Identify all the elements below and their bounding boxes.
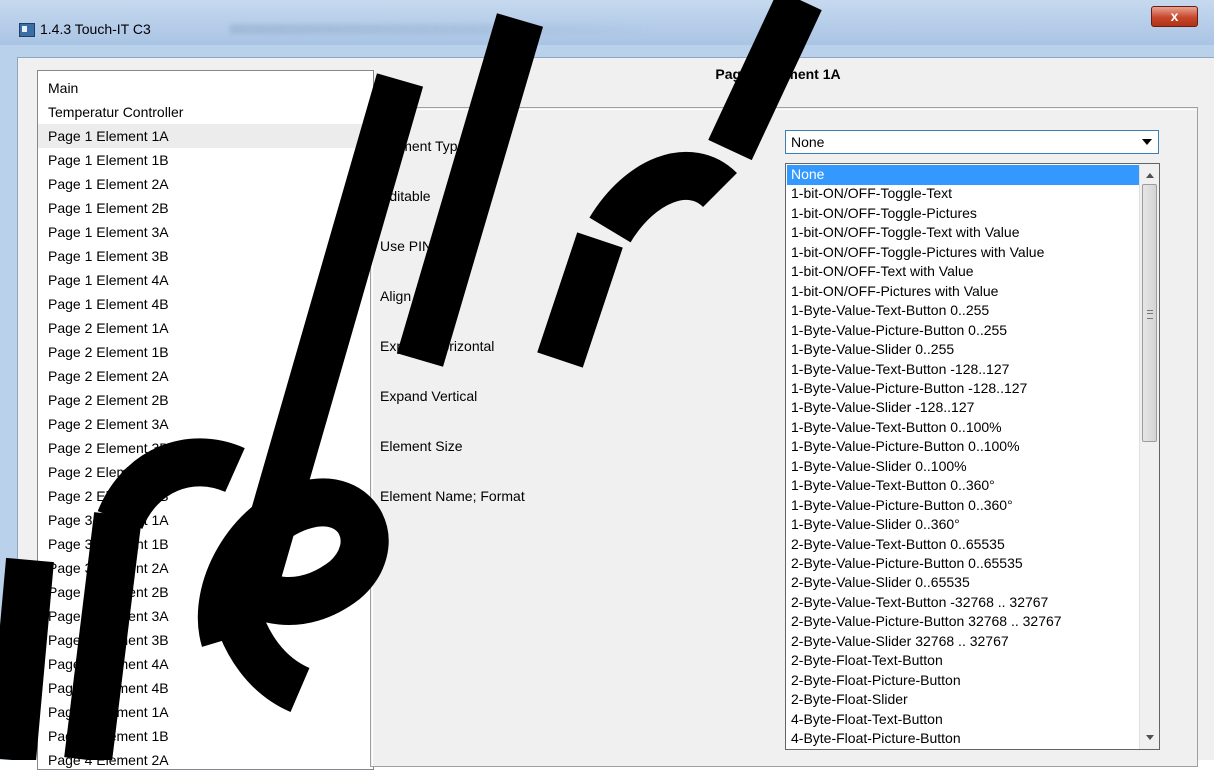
element-type-value: None xyxy=(791,134,825,150)
tree-item[interactable]: Page 3 Element 2B xyxy=(48,580,370,604)
dropdown-option[interactable]: 1-Byte-Value-Picture-Button 0..255 xyxy=(787,321,1139,341)
tree-item[interactable]: Page 2 Element 4A xyxy=(48,460,370,484)
tree-item[interactable]: Page 3 Element 2A xyxy=(48,556,370,580)
parameter-label: Expand Horizontal xyxy=(380,338,495,354)
dropdown-option[interactable]: 2-Byte-Value-Picture-Button 32768 .. 327… xyxy=(787,612,1139,632)
tree-item[interactable]: Page 3 Element 1A xyxy=(48,508,370,532)
tree-item[interactable]: Page 2 Element 1B xyxy=(48,340,370,364)
scrollbar-thumb[interactable] xyxy=(1142,184,1157,442)
close-button[interactable]: x xyxy=(1151,6,1198,27)
chevron-down-icon[interactable] xyxy=(1142,139,1152,145)
dropdown-option[interactable]: 1-Byte-Value-Text-Button 0..100% xyxy=(787,418,1139,438)
dropdown-option[interactable]: 2-Byte-Value-Slider 0..65535 xyxy=(787,573,1139,593)
tree-item[interactable]: Page 4 Element 1B xyxy=(48,724,370,748)
dropdown-option[interactable]: 1-Byte-Value-Picture-Button -128..127 xyxy=(787,379,1139,399)
parameter-label: Align Steps xyxy=(380,288,451,304)
dropdown-option[interactable]: 1-bit-ON/OFF-Pictures with Value xyxy=(787,282,1139,302)
tree-item[interactable]: Page 1 Element 3A xyxy=(48,220,370,244)
parameter-label: Use PIN xyxy=(380,238,433,254)
dropdown-option[interactable]: 1-Byte-Value-Text-Button -128..127 xyxy=(787,360,1139,380)
dropdown-option[interactable]: 2-Byte-Value-Text-Button -32768 .. 32767 xyxy=(787,593,1139,613)
dropdown-option[interactable]: None xyxy=(787,165,1139,185)
channel-tree[interactable]: Main Temperatur Controller Page 1 Element … xyxy=(37,70,374,770)
parameter-label: Expand Vertical xyxy=(380,388,478,404)
dropdown-option[interactable]: 2-Byte-Float-Text-Button xyxy=(787,651,1139,671)
tree-item[interactable]: Page 3 Element 1B xyxy=(48,532,370,556)
app-icon xyxy=(19,23,35,37)
tree-item[interactable]: Main xyxy=(48,76,370,100)
page-title: Page 1 Element 1A xyxy=(715,66,841,82)
dropdown-option[interactable]: 1-Byte-Value-Text-Button 0..255 xyxy=(787,301,1139,321)
tree-item[interactable]: Page 1 Element 1B xyxy=(48,148,370,172)
title-bar[interactable]: 1.4.3 Touch-IT C3 x xyxy=(0,0,1214,45)
tree-item[interactable]: Page 2 Element 3B xyxy=(48,436,370,460)
dropdown-option[interactable]: 1-Byte-Value-Slider 0..360° xyxy=(787,515,1139,535)
dropdown-option[interactable]: 1-bit-ON/OFF-Toggle-Text with Value xyxy=(787,223,1139,243)
dropdown-option[interactable]: 2-Byte-Float-Slider xyxy=(787,690,1139,710)
tree-item[interactable]: Page 2 Element 4B xyxy=(48,484,370,508)
tree-item[interactable]: Page 1 Element 1A xyxy=(38,124,364,148)
window-title: 1.4.3 Touch-IT C3 xyxy=(40,21,151,37)
tree-item[interactable]: Page 3 Element 4A xyxy=(48,652,370,676)
scroll-down-icon[interactable] xyxy=(1146,735,1154,740)
parameter-label: Element Size xyxy=(380,438,463,454)
tree-item[interactable]: Page 3 Element 3A xyxy=(48,604,370,628)
dropdown-option[interactable]: 1-bit-ON/OFF-Toggle-Text xyxy=(787,184,1139,204)
tree-item[interactable]: Page 1 Element 4B xyxy=(48,292,370,316)
dropdown-option[interactable]: 4-Byte-Float-Picture-Button xyxy=(787,729,1139,749)
parameter-label: Element Name; Format xyxy=(380,488,525,504)
app-window: 1.4.3 Touch-IT C3 x Main Temperatur Contr… xyxy=(0,0,1214,770)
dropdown-option[interactable]: 1-Byte-Value-Text-Button 0..360° xyxy=(787,476,1139,496)
dropdown-option[interactable]: 1-Byte-Value-Slider 0..255 xyxy=(787,340,1139,360)
dropdown-option[interactable]: 2-Byte-Value-Text-Button 0..65535 xyxy=(787,535,1139,555)
element-type-dropdown[interactable]: None xyxy=(785,130,1159,154)
tree-item[interactable]: Page 3 Element 3B xyxy=(48,628,370,652)
tree-item[interactable]: Page 4 Element 1A xyxy=(48,700,370,724)
dropdown-option[interactable]: 2-Byte-Float-Picture-Button xyxy=(787,671,1139,691)
grip-icon xyxy=(1147,310,1153,319)
dropdown-option[interactable]: 1-Byte-Value-Slider 0..100% xyxy=(787,457,1139,477)
dropdown-option[interactable]: 1-bit-ON/OFF-Text with Value xyxy=(787,262,1139,282)
tree-item[interactable]: Page 2 Element 1A xyxy=(48,316,370,340)
client-area: Main Temperatur Controller Page 1 Element … xyxy=(17,57,1214,770)
dropdown-option[interactable]: 1-bit-ON/OFF-Toggle-Pictures with Value xyxy=(787,243,1139,263)
tree-item[interactable]: Page 1 Element 3B xyxy=(48,244,370,268)
tree-item[interactable]: Page 4 Element 2A xyxy=(48,748,370,769)
tree-item[interactable]: Page 1 Element 4A xyxy=(48,268,370,292)
dropdown-option[interactable]: 1-bit-ON/OFF-Toggle-Pictures xyxy=(787,204,1139,224)
tree-item[interactable]: Page 2 Element 3A xyxy=(48,412,370,436)
dropdown-option[interactable]: 1-Byte-Value-Slider -128..127 xyxy=(787,398,1139,418)
tree-item[interactable]: Page 1 Element 2A xyxy=(48,172,370,196)
tree-item[interactable]: Page 1 Element 2B xyxy=(48,196,370,220)
tree-item[interactable]: Page 3 Element 4B xyxy=(48,676,370,700)
parameter-label: Editable xyxy=(380,188,431,204)
dropdown-option[interactable]: 2-Byte-Value-Picture-Button 0..65535 xyxy=(787,554,1139,574)
dropdown-option[interactable]: 1-Byte-Value-Picture-Button 0..360° xyxy=(787,496,1139,516)
blurred-menu-bar xyxy=(230,24,650,34)
options-scrollbar[interactable] xyxy=(1139,164,1159,749)
dropdown-option[interactable]: 2-Byte-Value-Slider 32768 .. 32767 xyxy=(787,632,1139,652)
element-type-options-list[interactable]: None 1-bit-ON/OFF-Toggle-Text 1-bit-ON/OFF… xyxy=(785,163,1160,750)
dropdown-option[interactable]: 4-Byte-Float-Text-Button xyxy=(787,710,1139,730)
dropdown-option[interactable]: 1-Byte-Value-Picture-Button 0..100% xyxy=(787,437,1139,457)
parameter-label: Element Type xyxy=(380,138,466,154)
tree-item[interactable]: Page 2 Element 2A xyxy=(48,364,370,388)
tree-item[interactable]: Temperatur Controller xyxy=(48,100,370,124)
tree-item[interactable]: Page 2 Element 2B xyxy=(48,388,370,412)
scroll-up-icon[interactable] xyxy=(1146,173,1154,178)
